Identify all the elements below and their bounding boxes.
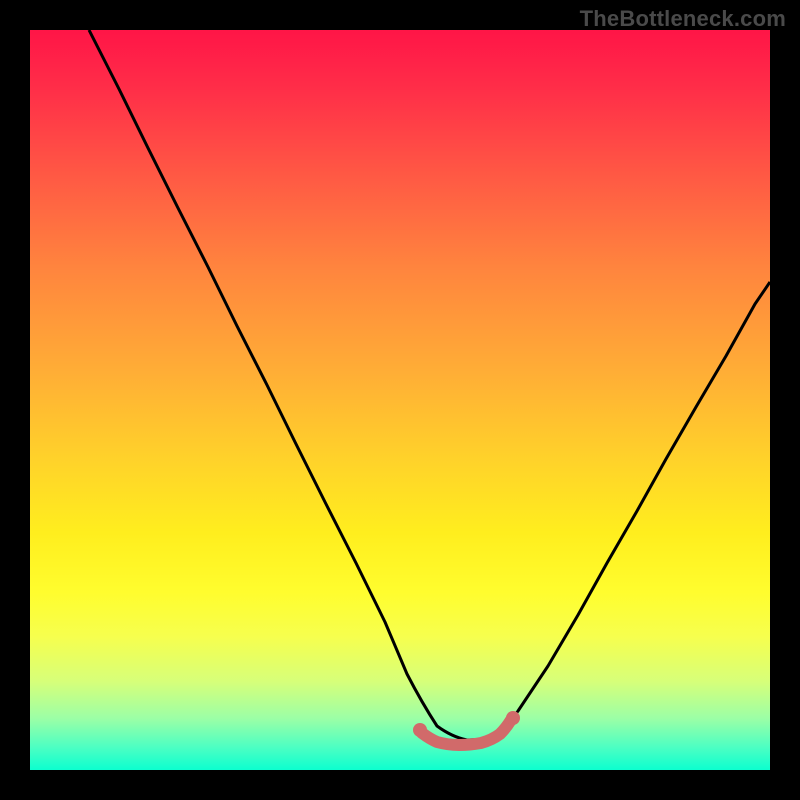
curve-layer xyxy=(30,30,770,770)
chart-frame: TheBottleneck.com xyxy=(0,0,800,800)
watermark-text: TheBottleneck.com xyxy=(580,6,786,32)
marker-dot-right xyxy=(506,711,520,725)
plot-area xyxy=(30,30,770,770)
bottleneck-curve xyxy=(89,30,770,740)
marker-dot-left xyxy=(413,723,427,737)
